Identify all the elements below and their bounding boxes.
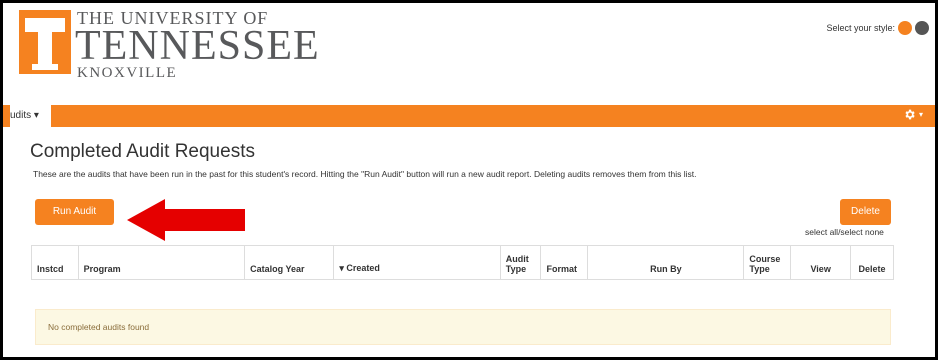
delete-button[interactable]: Delete xyxy=(840,199,891,225)
column-header-run-by: Run By xyxy=(587,245,745,280)
page-title: Completed Audit Requests xyxy=(30,141,255,162)
style-picker-label: Select your style: xyxy=(826,23,895,33)
column-header-program: Program xyxy=(77,245,246,280)
left-arrow-icon xyxy=(127,199,245,241)
column-header-delete: Delete xyxy=(850,245,894,280)
audits-menu-label: udits xyxy=(10,110,32,121)
column-header-course-type: Course Type xyxy=(743,245,792,280)
style-orange-option[interactable] xyxy=(898,21,912,35)
column-header-view: View xyxy=(790,245,852,280)
app-frame: THE UNIVERSITY OF TENNESSEE KNOXVILLE Se… xyxy=(3,3,935,357)
audits-menu[interactable]: udits ▾ xyxy=(10,105,51,127)
ut-logo[interactable] xyxy=(19,10,71,74)
gear-icon xyxy=(905,109,915,120)
settings-menu[interactable]: ▾ xyxy=(903,108,923,121)
university-name: THE UNIVERSITY OF TENNESSEE KNOXVILLE xyxy=(75,9,320,81)
column-header-catalog-year: Catalog Year xyxy=(244,245,335,280)
column-header-created[interactable]: ▾ Created xyxy=(333,245,501,280)
column-header-instcd: Instcd xyxy=(31,245,79,280)
navbar: udits ▾ ▾ xyxy=(3,105,935,127)
style-gray-option[interactable] xyxy=(915,21,929,35)
column-header-format: Format xyxy=(540,245,589,280)
page-description: These are the audits that have been run … xyxy=(33,169,697,179)
run-audit-button[interactable]: Run Audit xyxy=(35,199,114,225)
style-picker: Select your style: xyxy=(826,21,929,35)
select-all-link[interactable]: select all/select none xyxy=(805,227,884,237)
empty-state-message: No completed audits found xyxy=(35,309,891,345)
university-line2: TENNESSEE xyxy=(75,23,320,69)
chevron-down-icon: ▾ xyxy=(918,110,923,119)
power-t-icon xyxy=(25,18,65,70)
column-header-audit-type: Audit Type xyxy=(499,245,542,280)
audits-table: Instcd Program Catalog Year ▾ Created Au… xyxy=(31,245,894,280)
table-header-row: Instcd Program Catalog Year ▾ Created Au… xyxy=(31,245,894,280)
chevron-down-icon: ▾ xyxy=(33,110,39,121)
